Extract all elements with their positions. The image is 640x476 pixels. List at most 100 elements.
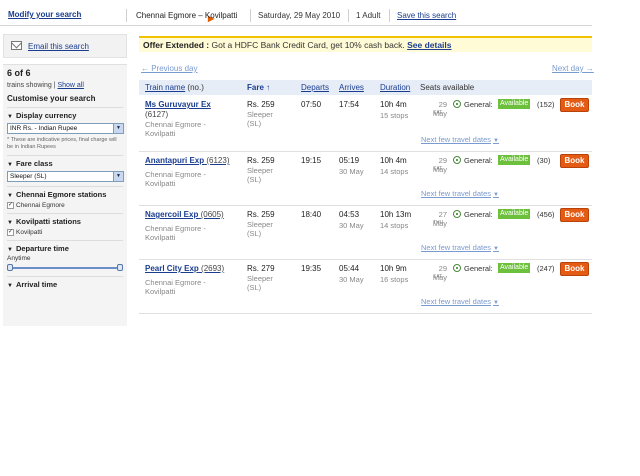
chevron-down-icon: ▼ bbox=[493, 300, 499, 306]
arrival-date: 30 May bbox=[339, 275, 364, 284]
availability-badge: Available bbox=[498, 263, 531, 273]
fare-sort-link[interactable]: Fare bbox=[247, 83, 264, 92]
checkbox-icon[interactable] bbox=[7, 228, 14, 236]
previous-day-link[interactable]: ← Previous day bbox=[141, 64, 197, 73]
next-travel-dates-label[interactable]: Next few travel dates bbox=[421, 297, 491, 306]
next-travel-dates-link[interactable]: Next few travel dates ▼ bbox=[421, 297, 499, 306]
arrival-time: 05:19 bbox=[339, 156, 360, 165]
save-search-link[interactable]: Save this search bbox=[397, 11, 456, 20]
filter-panel: 6 of 6 trains showing | Show all Customi… bbox=[3, 64, 127, 326]
book-button[interactable]: Book bbox=[560, 98, 589, 112]
book-button[interactable]: Book bbox=[560, 208, 589, 222]
fare-class: Sleeper (SL) bbox=[247, 166, 273, 184]
triangle-down-icon: ▼ bbox=[7, 193, 13, 199]
train-name-column-header[interactable]: Train name (no.) bbox=[145, 83, 204, 92]
divider bbox=[250, 9, 251, 22]
route-from: Chennai Egmore - bbox=[145, 278, 206, 287]
train-name[interactable]: Anantapuri Exp bbox=[145, 156, 204, 165]
next-travel-dates-label[interactable]: Next few travel dates bbox=[421, 243, 491, 252]
duration: 10h 4m bbox=[380, 156, 407, 165]
dest-station-checkbox[interactable]: Kovilpatti bbox=[7, 228, 123, 236]
train-name-link[interactable]: Anantapuri Exp (6123) bbox=[145, 156, 229, 165]
route-from: Chennai Egmore - bbox=[145, 224, 206, 233]
email-search-link[interactable]: Email this search bbox=[28, 42, 89, 51]
route-from: Chennai Egmore - bbox=[145, 120, 206, 129]
train-name[interactable]: Nagercoil Exp bbox=[145, 210, 198, 219]
train-route: Chennai Egmore - Kovilpatti bbox=[145, 120, 206, 138]
arrival-time: 17:54 bbox=[339, 100, 360, 109]
offer-text: Got a HDFC Bank Credit Card, get 10% cas… bbox=[209, 40, 408, 50]
quota-label: General: bbox=[464, 100, 493, 109]
chevron-down-icon: ▼ bbox=[493, 138, 499, 144]
next-travel-dates-link[interactable]: Next few travel dates ▼ bbox=[421, 243, 499, 252]
result-count: 6 of 6 bbox=[7, 68, 31, 78]
train-number: (0605) bbox=[200, 210, 224, 219]
duration-column-header[interactable]: Duration bbox=[380, 83, 410, 92]
fare-class-value: Sleeper (SL) bbox=[10, 173, 47, 180]
modify-search-label[interactable]: Modify your search bbox=[8, 10, 81, 19]
currency-section-header[interactable]: ▼ Display currency bbox=[7, 111, 123, 120]
arrival-time: 04:53 bbox=[339, 210, 360, 219]
train-name[interactable]: Pearl City Exp bbox=[145, 264, 199, 273]
chevron-down-icon[interactable]: ▼ bbox=[113, 124, 123, 133]
departure-time-title: Departure time bbox=[15, 244, 69, 253]
quota-label: General: bbox=[464, 156, 493, 165]
currency-note: * These are indicative prices, final cha… bbox=[7, 137, 117, 150]
route-text: Chennai Egmore – Kovilpatti bbox=[136, 11, 238, 20]
dest-stations-header[interactable]: ▼ Kovilpatti stations bbox=[7, 217, 123, 226]
train-row: Anantapuri Exp (6123) Chennai Egmore - Kov… bbox=[139, 152, 592, 206]
departs-column-header[interactable]: Departs bbox=[301, 83, 329, 92]
seat-day: THU bbox=[433, 220, 444, 226]
train-name[interactable]: Ms Guruvayur Ex bbox=[145, 100, 211, 109]
chevron-down-icon[interactable]: ▼ bbox=[113, 172, 123, 181]
duration: 10h 4m bbox=[380, 100, 407, 109]
train-name-link[interactable]: Pearl City Exp (2693) bbox=[145, 264, 224, 273]
arrives-column-header[interactable]: Arrives bbox=[339, 83, 364, 92]
quota-radio[interactable] bbox=[453, 264, 461, 272]
checkbox-icon[interactable] bbox=[7, 201, 14, 209]
departure-time-header[interactable]: ▼ Departure time bbox=[7, 244, 123, 253]
fare-class-header[interactable]: ▼ Fare class bbox=[7, 159, 123, 168]
fare-class-select[interactable]: Sleeper (SL) ▼ bbox=[7, 171, 124, 182]
next-travel-dates-label[interactable]: Next few travel dates bbox=[421, 189, 491, 198]
origin-stations-header[interactable]: ▼ Chennai Egmore stations bbox=[7, 190, 123, 199]
book-button[interactable]: Book bbox=[560, 262, 589, 276]
offer-details-link[interactable]: See details bbox=[407, 40, 451, 50]
modify-search-button[interactable]: ▶ Modify your search bbox=[8, 10, 214, 23]
train-name-link[interactable]: Ms Guruvayur Ex bbox=[145, 100, 211, 109]
slider-track bbox=[11, 267, 119, 269]
fare-class-title: Fare class bbox=[15, 159, 53, 168]
route-to: Kovilpatti bbox=[145, 129, 176, 138]
offer-title: Offer Extended : bbox=[143, 40, 210, 50]
slider-handle-start[interactable] bbox=[7, 264, 13, 271]
dest-station-label: Kovilpatti bbox=[16, 229, 43, 236]
departure-time-slider[interactable] bbox=[7, 264, 123, 272]
next-day-link[interactable]: Next day → bbox=[552, 64, 594, 73]
departure-time: 19:35 bbox=[301, 264, 322, 273]
show-all-link[interactable]: Show all bbox=[57, 82, 83, 89]
departure-time: 07:50 bbox=[301, 100, 322, 109]
train-name-sort-link[interactable]: Train name bbox=[145, 83, 185, 92]
next-travel-dates-link[interactable]: Next few travel dates ▼ bbox=[421, 189, 499, 198]
class-name: Sleeper bbox=[247, 166, 273, 175]
triangle-down-icon: ▼ bbox=[7, 220, 13, 226]
currency-select[interactable]: INR Rs. - Indian Rupee ▼ bbox=[7, 123, 124, 134]
quota-radio[interactable] bbox=[453, 100, 461, 108]
fare-column-header[interactable]: Fare ↑ bbox=[247, 83, 270, 92]
availability-badge: Available bbox=[498, 209, 531, 219]
train-name-link[interactable]: Nagercoil Exp (0605) bbox=[145, 210, 224, 219]
customise-heading: Customise your search bbox=[7, 94, 96, 103]
arrival-time-header[interactable]: ▼ Arrival time bbox=[7, 280, 123, 289]
seat-day: SAT bbox=[433, 274, 443, 280]
origin-stations-title: Chennai Egmore stations bbox=[15, 190, 107, 199]
quota-radio[interactable] bbox=[453, 210, 461, 218]
slider-handle-end[interactable] bbox=[117, 264, 123, 271]
next-travel-dates-label[interactable]: Next few travel dates bbox=[421, 135, 491, 144]
book-button[interactable]: Book bbox=[560, 154, 589, 168]
fare-value: Rs. 259 bbox=[247, 100, 275, 109]
next-travel-dates-link[interactable]: Next few travel dates ▼ bbox=[421, 135, 499, 144]
train-route: Chennai Egmore - Kovilpatti bbox=[145, 278, 206, 296]
divider bbox=[389, 9, 390, 22]
quota-radio[interactable] bbox=[453, 156, 461, 164]
origin-station-checkbox[interactable]: Chennai Egmore bbox=[7, 201, 123, 209]
